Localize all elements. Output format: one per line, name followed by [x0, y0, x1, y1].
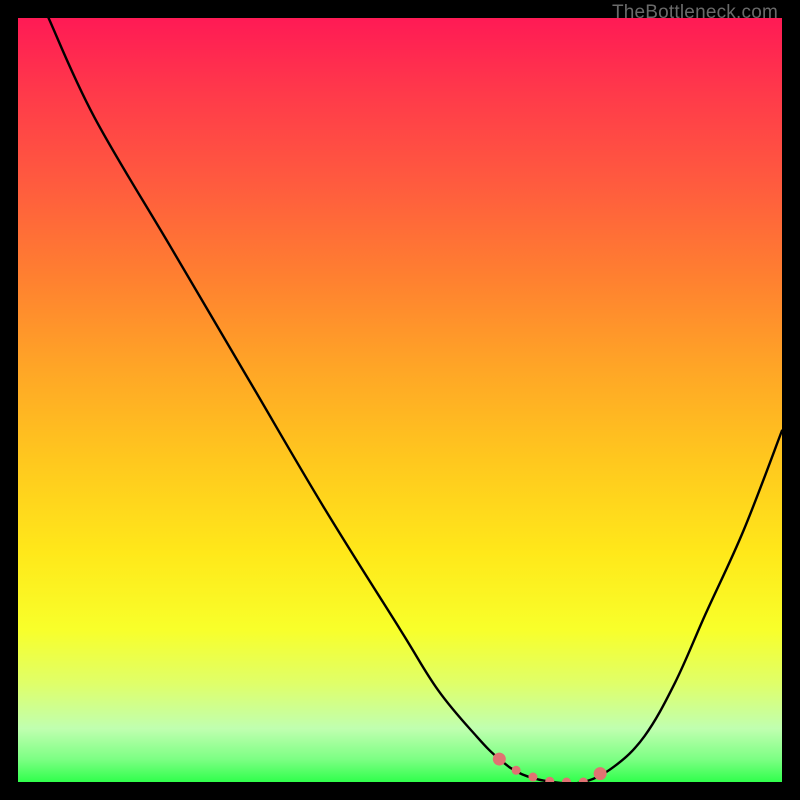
- bottleneck-curve: [18, 18, 782, 782]
- highlight-dot: [562, 778, 571, 783]
- chart-frame: TheBottleneck.com: [0, 0, 800, 800]
- highlight-dot: [579, 778, 588, 783]
- highlight-dot: [512, 766, 521, 775]
- watermark: TheBottleneck.com: [612, 2, 778, 24]
- highlight-dot: [545, 777, 554, 782]
- highlight-dot: [594, 767, 607, 780]
- highlight-dot: [528, 773, 537, 782]
- highlight-dot: [493, 753, 506, 766]
- plot-area: [18, 18, 782, 782]
